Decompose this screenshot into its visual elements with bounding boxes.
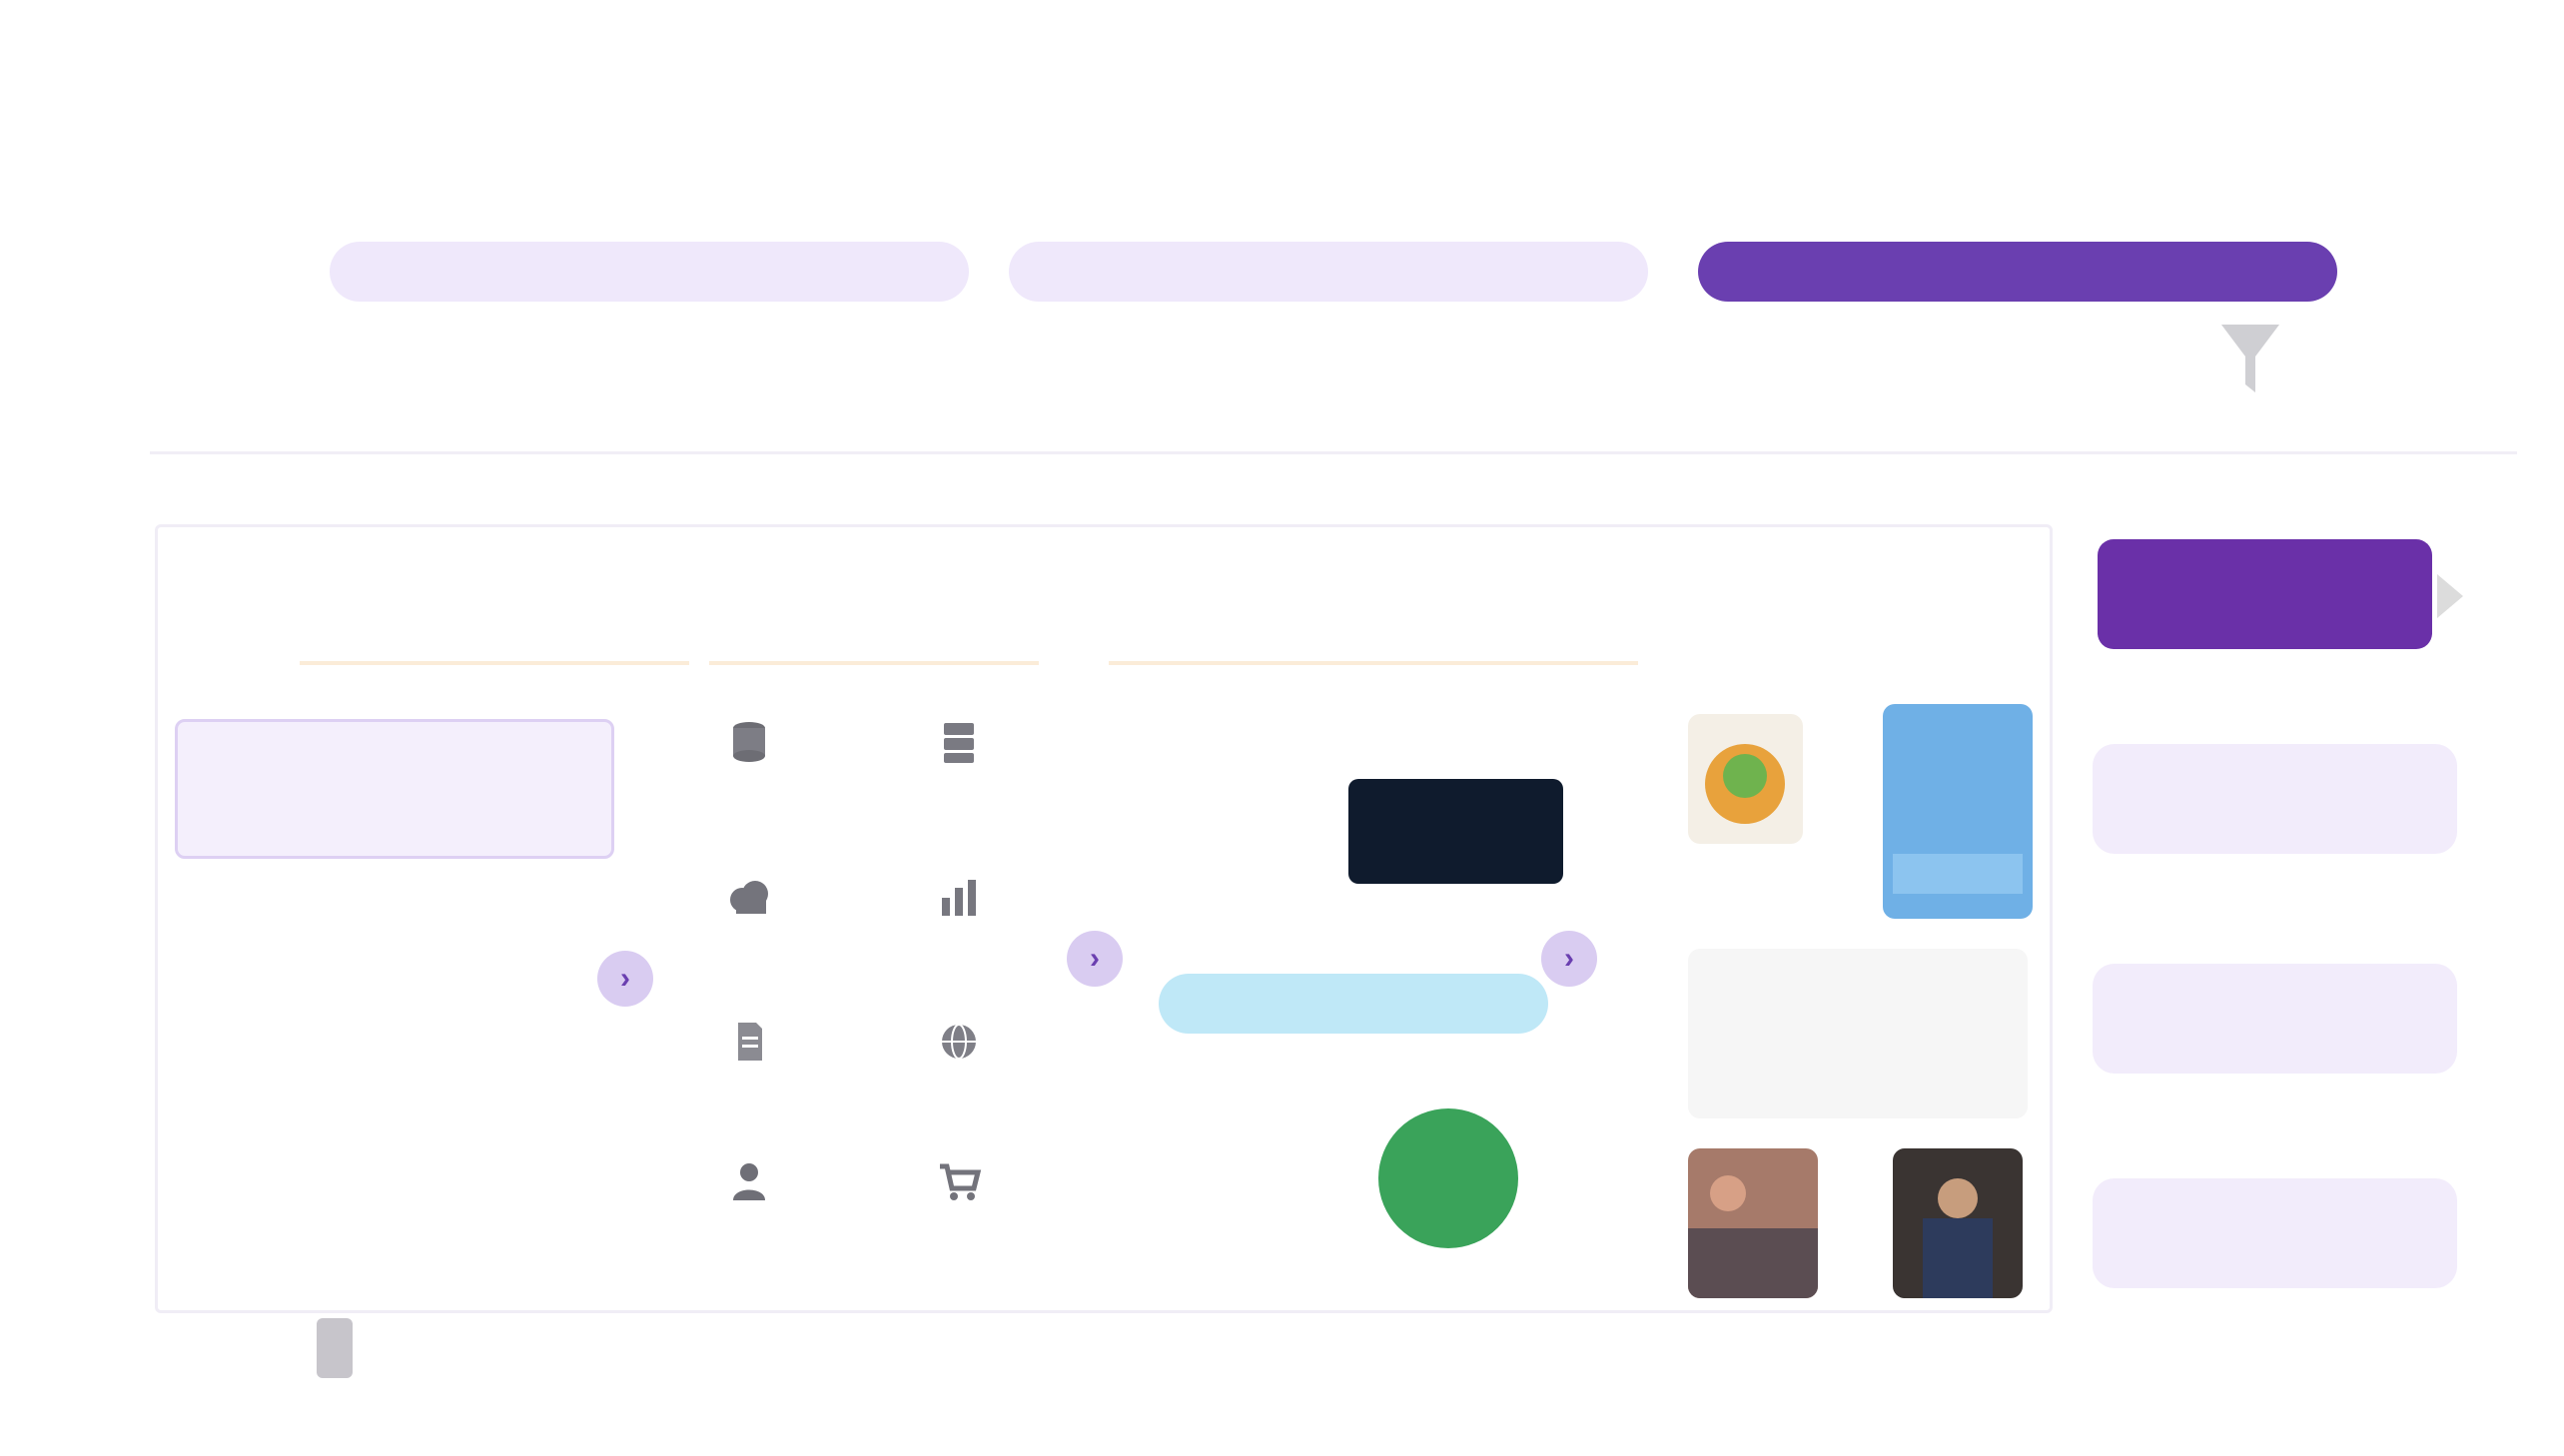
data-source-item	[689, 1158, 809, 1268]
partner-logo	[1149, 784, 1308, 844]
step-tab-2[interactable]	[1009, 242, 1648, 302]
document-icon	[738, 1023, 762, 1061]
secondary-action-button[interactable]	[2093, 1178, 2457, 1288]
data-source-item	[899, 1158, 1019, 1268]
step-tab-1[interactable]	[330, 242, 969, 302]
column-underline-2	[709, 661, 1039, 665]
step-subtitle-3	[1798, 335, 2098, 374]
column-underline-1	[300, 661, 689, 665]
creative-thumbnail	[1688, 714, 1803, 844]
server-icon	[944, 723, 974, 763]
sub-step-item[interactable]	[175, 1089, 614, 1138]
flow-arrow-icon: ›	[597, 951, 653, 1007]
footer-mark-icon	[317, 1318, 353, 1378]
flow-arrow-icon: ›	[1541, 931, 1597, 987]
sub-step-item[interactable]	[175, 719, 614, 859]
data-source-item	[689, 1019, 809, 1128]
column-heading-4	[1698, 579, 1958, 629]
funnel-icon[interactable]	[2215, 315, 2285, 404]
creative-thumbnail	[1688, 949, 2028, 1118]
step-subtitle-1	[380, 335, 899, 374]
footer-logo	[70, 1318, 220, 1378]
flow-arrow-icon: ›	[1067, 931, 1123, 987]
user-icon	[733, 1163, 765, 1200]
sub-step-item[interactable]	[175, 979, 614, 1029]
notice-text	[779, 467, 1898, 507]
step-subtitle-2	[1079, 335, 1598, 374]
divider	[150, 451, 2517, 454]
creative-thumbnail	[1893, 1148, 2023, 1298]
data-source-item	[899, 719, 1019, 829]
chart-icon	[942, 880, 976, 916]
data-source-item	[689, 874, 809, 984]
step-tab-3[interactable]	[1698, 242, 2337, 302]
secondary-action-button[interactable]	[2093, 744, 2457, 854]
creative-thumbnail	[1883, 704, 2033, 919]
sub-step-item[interactable]	[175, 1198, 614, 1248]
creative-thumbnail	[1688, 1148, 1818, 1298]
caret-right-icon	[2437, 574, 2463, 618]
globe-icon	[942, 1024, 976, 1060]
column-underline-3	[1109, 661, 1638, 665]
column-heading-1	[240, 579, 569, 629]
column-heading-2	[729, 579, 1019, 629]
cart-icon	[940, 1163, 982, 1200]
cloud-icon	[730, 881, 768, 914]
column-heading-3	[1149, 579, 1478, 629]
secondary-action-button[interactable]	[2093, 964, 2457, 1074]
data-source-item	[899, 874, 1019, 984]
data-source-item	[899, 1019, 1019, 1128]
page: › › ›	[0, 0, 2564, 1456]
partner-logo	[1159, 974, 1548, 1034]
brand-logo	[2053, 82, 2442, 134]
partner-logo	[1378, 1108, 1518, 1248]
primary-action-button[interactable]	[2098, 539, 2432, 649]
partner-logo	[1348, 779, 1563, 884]
data-source-item	[689, 719, 809, 829]
database-icon	[733, 722, 765, 762]
partner-logo	[1179, 1128, 1298, 1238]
